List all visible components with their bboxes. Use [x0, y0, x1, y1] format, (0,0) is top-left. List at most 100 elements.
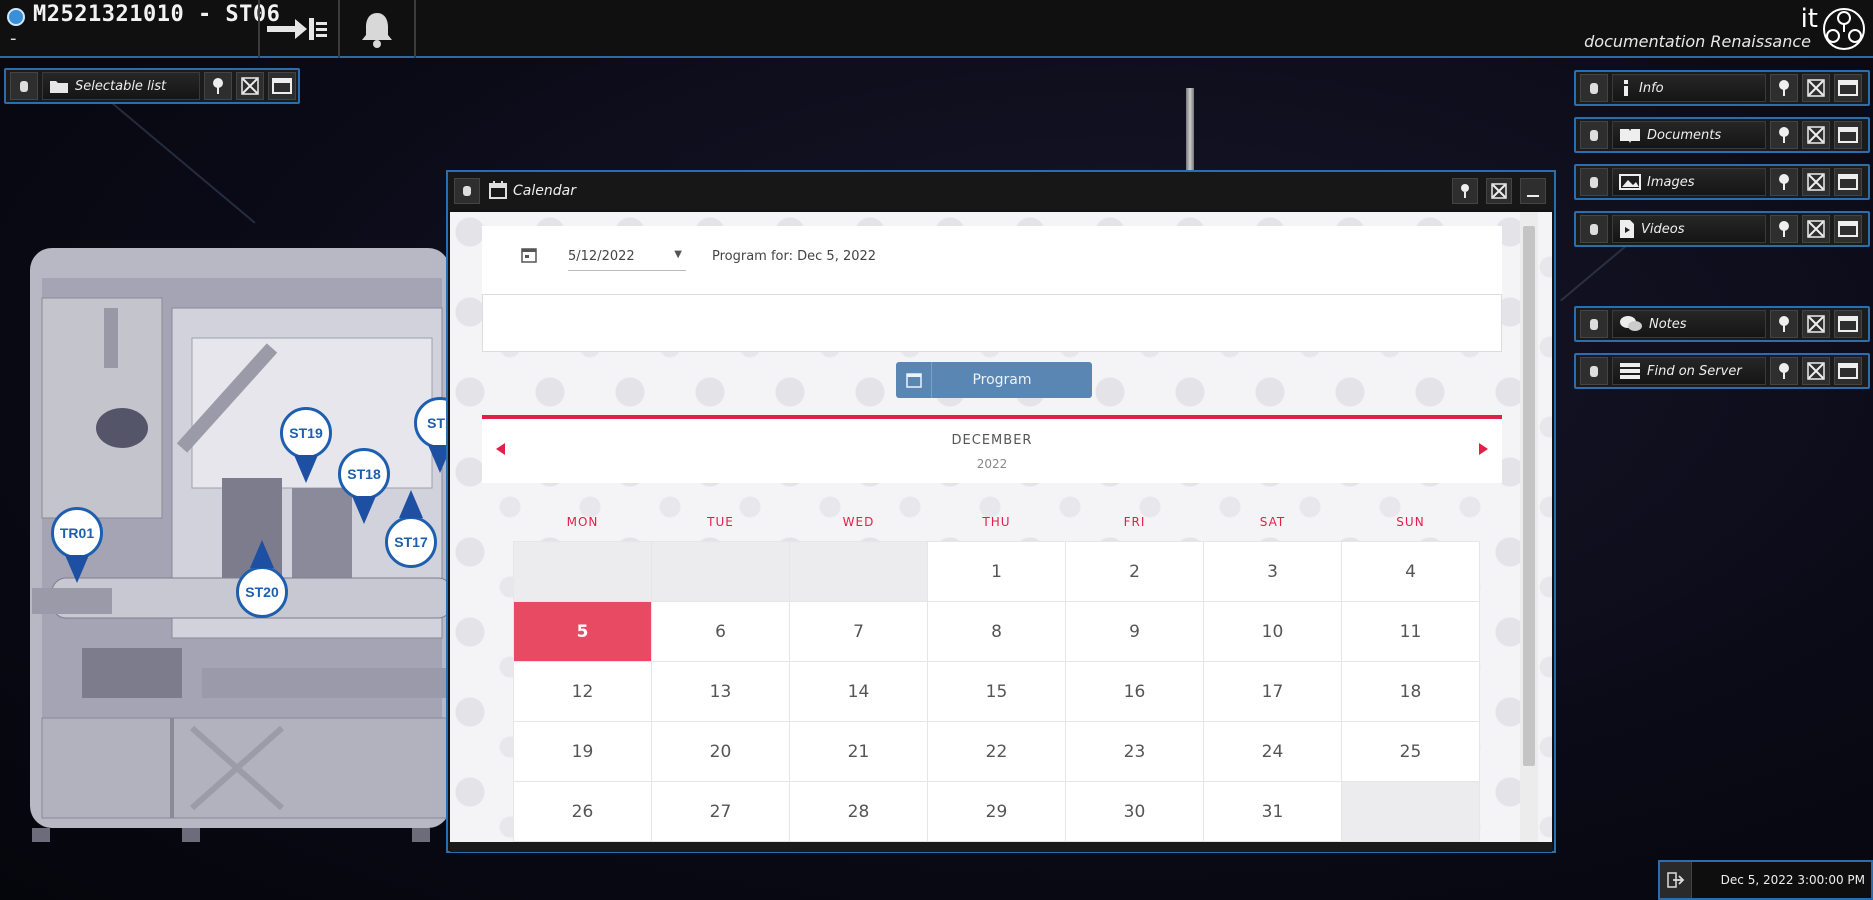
- chat-icon: [1620, 316, 1642, 331]
- machine-pin[interactable]: TR01: [51, 507, 103, 585]
- machine-pin[interactable]: ST17: [385, 490, 437, 594]
- day-cell[interactable]: 21: [789, 721, 928, 782]
- expand-button[interactable]: [1802, 310, 1830, 338]
- scrollbar-thumb[interactable]: [1523, 226, 1535, 766]
- program-button[interactable]: Program: [896, 362, 1092, 398]
- today-day-cell[interactable]: 5: [513, 601, 652, 662]
- notes-panel: Notes: [1574, 306, 1870, 342]
- day-cell[interactable]: 24: [1203, 721, 1342, 782]
- exit-to-station-button[interactable]: [262, 0, 332, 58]
- day-cell[interactable]: 17: [1203, 661, 1342, 722]
- minimize-button[interactable]: [1834, 310, 1862, 338]
- weekday-header-row: MON TUE WED THU FRI SAT SUN: [514, 515, 1479, 535]
- day-cell[interactable]: 14: [789, 661, 928, 722]
- expand-button[interactable]: [1802, 215, 1830, 243]
- drag-handle-button[interactable]: [10, 72, 38, 100]
- expand-button[interactable]: [236, 72, 264, 100]
- day-cell[interactable]: 9: [1065, 601, 1204, 662]
- machine-pin[interactable]: ST19: [280, 407, 332, 485]
- minimize-button[interactable]: [1834, 357, 1862, 385]
- day-cell[interactable]: 6: [651, 601, 790, 662]
- videos-title[interactable]: Videos: [1612, 215, 1766, 243]
- logout-button[interactable]: [1660, 862, 1692, 898]
- current-datetime: Dec 5, 2022 3:00:00 PM: [1720, 873, 1865, 887]
- pin-button[interactable]: [1770, 215, 1798, 243]
- pin-button[interactable]: [1770, 74, 1798, 102]
- expand-button[interactable]: [1802, 168, 1830, 196]
- expand-button[interactable]: [1802, 357, 1830, 385]
- minimize-button[interactable]: [1834, 215, 1862, 243]
- calendar-scrollbar[interactable]: [1520, 212, 1538, 842]
- drag-handle-button[interactable]: [1580, 168, 1608, 196]
- pin-button[interactable]: [1452, 178, 1478, 204]
- notifications-button[interactable]: [342, 0, 412, 58]
- day-cell[interactable]: 15: [927, 661, 1066, 722]
- expand-button[interactable]: [1802, 121, 1830, 149]
- pin-button[interactable]: [1770, 310, 1798, 338]
- date-input[interactable]: 5/12/2022 ▼: [568, 249, 686, 271]
- next-month-arrow-icon[interactable]: [1479, 443, 1488, 455]
- day-cell[interactable]: 11: [1341, 601, 1480, 662]
- day-cell[interactable]: 30: [1065, 781, 1204, 842]
- documents-title[interactable]: Documents: [1612, 121, 1766, 149]
- day-cell[interactable]: 16: [1065, 661, 1204, 722]
- day-cell[interactable]: 8: [927, 601, 1066, 662]
- day-cell[interactable]: 7: [789, 601, 928, 662]
- drag-handle-button[interactable]: [1580, 310, 1608, 338]
- pin-button[interactable]: [1770, 121, 1798, 149]
- day-cell[interactable]: 12: [513, 661, 652, 722]
- pin-button[interactable]: [204, 72, 232, 100]
- minimize-button[interactable]: [1520, 178, 1546, 204]
- day-cell[interactable]: 13: [651, 661, 790, 722]
- drag-handle-button[interactable]: [1580, 74, 1608, 102]
- drag-handle-button[interactable]: [1580, 215, 1608, 243]
- weekday-label: THU: [982, 515, 1011, 529]
- pin-button[interactable]: [1770, 168, 1798, 196]
- day-cell[interactable]: 26: [513, 781, 652, 842]
- calendar-icon-cell: [896, 362, 932, 398]
- day-cell[interactable]: 3: [1203, 541, 1342, 602]
- day-cell[interactable]: 27: [651, 781, 790, 842]
- drag-handle-button[interactable]: [1580, 357, 1608, 385]
- day-cell[interactable]: 10: [1203, 601, 1342, 662]
- day-cell[interactable]: 2: [1065, 541, 1204, 602]
- divider: [414, 0, 416, 58]
- minimize-button[interactable]: [1834, 121, 1862, 149]
- day-cell[interactable]: 1: [927, 541, 1066, 602]
- info-title[interactable]: Info: [1612, 74, 1766, 102]
- day-cell[interactable]: 28: [789, 781, 928, 842]
- window-icon: [1838, 316, 1858, 332]
- find-on-server-title[interactable]: Find on Server: [1612, 357, 1766, 385]
- calendar-small-icon[interactable]: [520, 246, 538, 264]
- pin-icon: [1779, 80, 1789, 96]
- day-cell[interactable]: 4: [1341, 541, 1480, 602]
- day-cell[interactable]: 31: [1203, 781, 1342, 842]
- selectable-list-title[interactable]: Selectable list: [42, 72, 200, 100]
- images-title[interactable]: Images: [1612, 168, 1766, 196]
- day-cell[interactable]: 19: [513, 721, 652, 782]
- day-cell[interactable]: 22: [927, 721, 1066, 782]
- panel-title: Videos: [1641, 221, 1685, 237]
- hand-icon: [463, 186, 471, 196]
- expand-button[interactable]: [1486, 178, 1512, 204]
- calendar-titlebar[interactable]: Calendar: [448, 172, 1554, 210]
- minimize-button[interactable]: [1834, 168, 1862, 196]
- drag-handle-button[interactable]: [1580, 121, 1608, 149]
- machine-pin[interactable]: ST20: [236, 540, 288, 644]
- day-cell[interactable]: 23: [1065, 721, 1204, 782]
- day-cell[interactable]: 25: [1341, 721, 1480, 782]
- notes-title[interactable]: Notes: [1612, 310, 1766, 338]
- expand-icon: [1807, 79, 1825, 97]
- minimize-button[interactable]: [1834, 74, 1862, 102]
- calendar-drag-button[interactable]: [454, 178, 480, 204]
- videos-panel: Videos: [1574, 211, 1870, 247]
- expand-button[interactable]: [1802, 74, 1830, 102]
- pin-button[interactable]: [1770, 357, 1798, 385]
- expand-icon: [1807, 362, 1825, 380]
- pin-pointer: [294, 455, 318, 483]
- machine-pin[interactable]: ST18: [338, 448, 390, 526]
- day-cell[interactable]: 29: [927, 781, 1066, 842]
- day-cell[interactable]: 20: [651, 721, 790, 782]
- day-cell[interactable]: 18: [1341, 661, 1480, 722]
- minimize-button[interactable]: [268, 72, 296, 100]
